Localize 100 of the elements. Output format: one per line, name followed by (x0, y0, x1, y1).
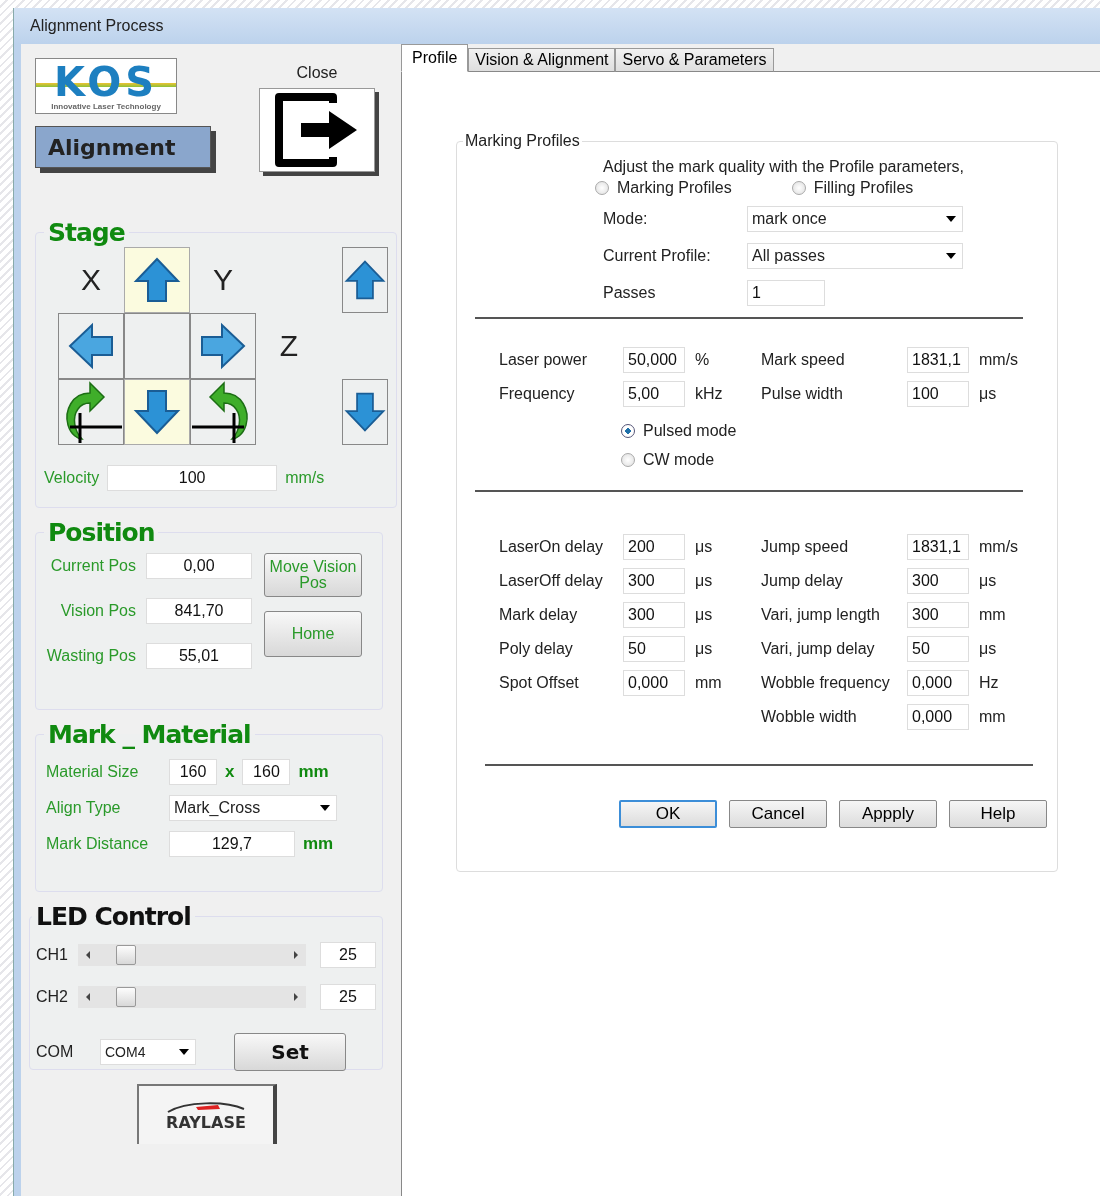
parameter-label: LaserOff delay (499, 572, 604, 590)
dialog-button[interactable]: Cancel (729, 800, 827, 828)
z-down-button[interactable] (342, 379, 388, 445)
field-label: Passes (603, 283, 657, 302)
unit-label: μs (695, 538, 713, 556)
group-title: Marking Profiles (464, 132, 581, 150)
parameter-label: Poly delay (499, 640, 574, 658)
channel-value-field[interactable]: 25 (320, 942, 376, 968)
unit-label: mm/s (979, 538, 1019, 556)
align-type-dropdown[interactable]: Mark_Cross (169, 795, 337, 821)
parameter-field[interactable]: 300 (623, 602, 685, 628)
y-up-button[interactable] (124, 247, 190, 313)
position-field[interactable]: 0,00 (146, 553, 252, 579)
right-arrow-icon (198, 321, 248, 371)
axis-label: X (81, 263, 101, 297)
group-title: Mark _ Material (47, 720, 252, 749)
dialog-button[interactable]: OK (619, 800, 717, 828)
profile-type-radio[interactable]: Marking Profiles (595, 176, 732, 200)
parameter-label: Laser power (499, 351, 589, 369)
parameter-field[interactable]: 100 (907, 381, 969, 407)
parameter-label: Pulse width (761, 385, 844, 403)
channel-value-field[interactable]: 25 (320, 984, 376, 1010)
slider-thumb[interactable] (115, 945, 136, 965)
parameter-field[interactable]: 1831,1 (907, 347, 969, 373)
parameter-label: Mark delay (499, 606, 579, 624)
set-button[interactable]: Set (234, 1033, 346, 1071)
unit-label: % (695, 351, 710, 369)
position-field[interactable]: 55,01 (146, 643, 252, 669)
window-title: Alignment Process (30, 17, 164, 35)
profile-dropdown[interactable]: All passes (747, 242, 963, 269)
parameter-field[interactable]: 300 (623, 568, 685, 594)
parameter-field[interactable]: 0,000 (907, 704, 969, 730)
z-up-button[interactable] (342, 247, 388, 313)
dialog-button[interactable]: Help (949, 800, 1047, 828)
pad-center-cell (124, 313, 190, 379)
width-field[interactable]: 160 (169, 759, 217, 785)
x-right-button[interactable] (190, 313, 256, 379)
position-field[interactable]: 841,70 (146, 598, 252, 624)
description-text: Adjust the mark quality with the Profile parameters, (603, 158, 966, 176)
close-label: Close (296, 64, 338, 82)
velocity-label: Velocity (44, 469, 100, 487)
rotate-button[interactable] (58, 379, 124, 445)
field-label: Mark Distance (46, 835, 150, 853)
parameter-field[interactable]: 300 (907, 568, 969, 594)
field-label: Align Type (46, 799, 122, 817)
parameter-field[interactable]: 50,000 (623, 347, 685, 373)
unit-label: μs (979, 572, 997, 590)
channel-label: CH2 (35, 988, 69, 1006)
group-title: LED Control (35, 902, 192, 931)
field-label: Mode: (603, 209, 649, 228)
unit-label: μs (695, 572, 713, 590)
parameter-label: Vari, jump delay (761, 640, 876, 658)
parameter-label: Wobble frequency (761, 674, 891, 692)
tab[interactable]: Profile (401, 44, 469, 72)
profile-type-radio[interactable]: Filling Profiles (791, 176, 914, 200)
raylase-logo: RAYLASE (137, 1084, 277, 1144)
velocity-field[interactable]: 100 (107, 465, 278, 491)
parameter-label: Vari, jump length (761, 606, 881, 624)
parameter-field[interactable]: 50 (907, 636, 969, 662)
dialog-button[interactable]: Appply (839, 800, 937, 828)
slider-thumb[interactable] (115, 987, 136, 1007)
parameter-label: Spot Offset (499, 674, 580, 692)
unit-label: μs (979, 385, 997, 403)
channel-slider[interactable] (78, 986, 306, 1008)
rotate-button[interactable] (190, 379, 256, 445)
passes-field[interactable]: 1 (747, 279, 825, 306)
laser-mode-radio[interactable]: Pulsed mode (621, 419, 1057, 443)
y-down-button[interactable] (124, 379, 190, 445)
unit-label: μs (695, 606, 713, 624)
parameter-field[interactable]: 200 (623, 534, 685, 560)
parameter-field[interactable]: 0,000 (907, 670, 969, 696)
height-field[interactable]: 160 (242, 759, 291, 785)
parameter-field[interactable]: 50 (623, 636, 685, 662)
parameter-field[interactable]: 1831,1 (907, 534, 969, 560)
unit-label: Hz (979, 674, 999, 692)
com-port-dropdown[interactable]: COM4 (100, 1039, 196, 1065)
parameter-label: Jump speed (761, 538, 850, 556)
unit-label: mm/s (979, 351, 1019, 369)
unit-label: μs (695, 640, 713, 658)
x-left-button[interactable] (58, 313, 124, 379)
unit-label: μs (979, 640, 997, 658)
tab[interactable]: Servo & Parameters (615, 48, 774, 72)
com-label: COM (35, 1043, 72, 1061)
left-arrow-icon (66, 321, 116, 371)
mark-distance-field[interactable]: 129,7 (169, 831, 295, 857)
unit-label: mm (979, 606, 1006, 624)
mode-dropdown[interactable]: mark once (747, 205, 963, 232)
parameter-field[interactable]: 5,00 (623, 381, 685, 407)
parameter-field[interactable]: 300 (907, 602, 969, 628)
parameter-label: Wobble width (761, 708, 858, 726)
parameter-field[interactable]: 0,000 (623, 670, 685, 696)
times-sign: x (225, 762, 235, 782)
field-label: Current Pos (49, 557, 136, 575)
axis-label: Z (279, 329, 299, 363)
parameter-label: Jump delay (761, 572, 844, 590)
tab[interactable]: Vision & Alignment (468, 48, 616, 72)
channel-slider[interactable] (78, 944, 306, 966)
laser-mode-radio[interactable]: CW mode (621, 448, 1057, 472)
unit-label: mm (979, 708, 1006, 726)
down-arrow-icon (132, 387, 182, 437)
